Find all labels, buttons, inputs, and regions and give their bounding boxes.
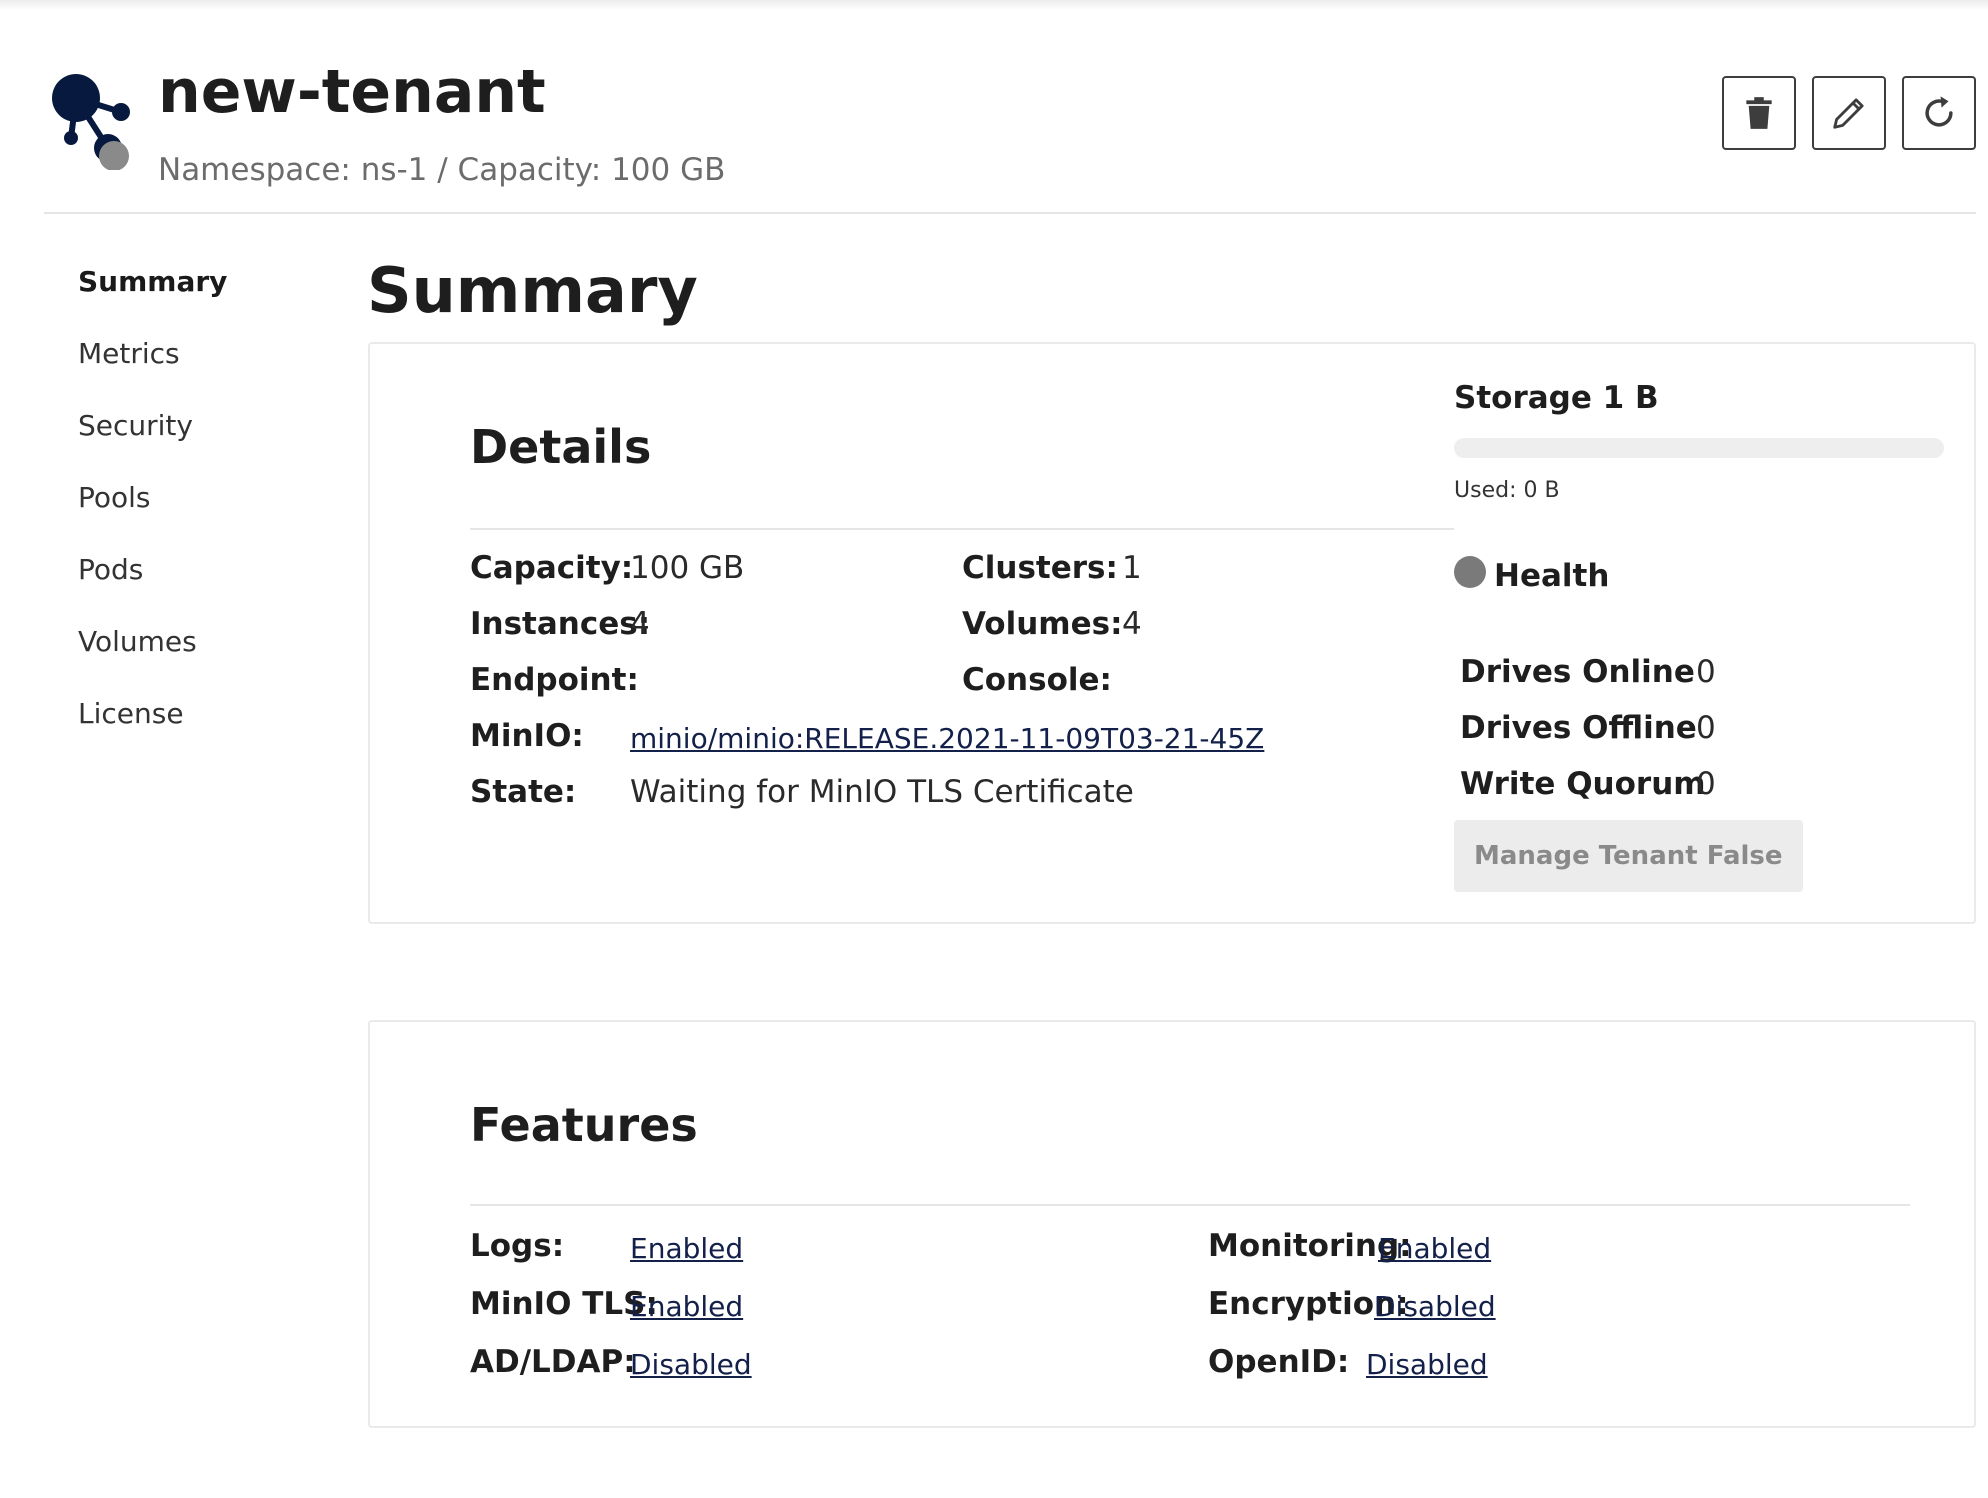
- capacity-value: 100 GB: [630, 550, 745, 586]
- tenant-sidebar: Summary Metrics Security Pools Pods Volu…: [78, 258, 318, 762]
- features-divider: [470, 1204, 1910, 1206]
- header-actions: [1722, 76, 1976, 150]
- clusters-label: Clusters:: [962, 550, 1118, 586]
- features-title: Features: [470, 1098, 698, 1152]
- edit-tenant-button[interactable]: [1812, 76, 1886, 150]
- sidebar-item-summary[interactable]: Summary: [78, 258, 318, 330]
- console-label: Console:: [962, 662, 1112, 698]
- encryption-status-link[interactable]: Disabled: [1374, 1290, 1496, 1323]
- refresh-tenant-button[interactable]: [1902, 76, 1976, 150]
- summary-card: Details Capacity: 100 GB Clusters: 1 Ins…: [368, 342, 1976, 924]
- ad-ldap-status-link[interactable]: Disabled: [630, 1348, 752, 1381]
- health-status-dot: [1454, 556, 1486, 588]
- instances-value: 4: [630, 606, 650, 642]
- sidebar-item-security[interactable]: Security: [78, 402, 318, 474]
- openid-label: OpenID:: [1208, 1344, 1350, 1380]
- logs-status-link[interactable]: Enabled: [630, 1232, 743, 1265]
- drives-online-value: 0: [1696, 654, 1716, 690]
- sidebar-item-volumes[interactable]: Volumes: [78, 618, 318, 690]
- volumes-label: Volumes:: [962, 606, 1123, 642]
- ad-ldap-label: AD/LDAP:: [470, 1344, 636, 1380]
- storage-title: Storage 1 B: [1454, 380, 1659, 416]
- details-divider: [470, 528, 1454, 530]
- delete-tenant-button[interactable]: [1722, 76, 1796, 150]
- minio-image-link[interactable]: minio/minio:RELEASE.2021-11-09T03-21-45Z: [630, 722, 1264, 755]
- monitoring-status-link[interactable]: Enabled: [1378, 1232, 1491, 1265]
- sidebar-item-pods[interactable]: Pods: [78, 546, 318, 618]
- openid-status-link[interactable]: Disabled: [1366, 1348, 1488, 1381]
- tenant-details-page: new-tenant Namespace: ns-1 / Capacity: 1…: [0, 0, 1988, 1498]
- header-divider: [44, 212, 1976, 214]
- drives-offline-value: 0: [1696, 710, 1716, 746]
- storage-usage-bar: [1454, 438, 1944, 458]
- sidebar-item-metrics[interactable]: Metrics: [78, 330, 318, 402]
- state-value: Waiting for MinIO TLS Certificate: [630, 774, 1134, 810]
- pencil-icon: [1833, 98, 1864, 129]
- manage-tenant-button[interactable]: Manage Tenant False: [1454, 820, 1803, 892]
- capacity-label: Capacity:: [470, 550, 634, 586]
- health-label: Health: [1494, 558, 1610, 594]
- instances-label: Instances:: [470, 606, 651, 642]
- trash-icon: [1746, 97, 1772, 129]
- minio-label: MinIO:: [470, 718, 584, 754]
- state-label: State:: [470, 774, 577, 810]
- write-quorum-label: Write Quorum: [1460, 766, 1706, 802]
- drives-offline-label: Drives Offline: [1460, 710, 1697, 746]
- refresh-icon: [1925, 96, 1953, 127]
- features-card: Features Logs: Enabled Monitoring: Enabl…: [368, 1020, 1976, 1428]
- top-shadow: [0, 0, 1988, 10]
- tenant-subtitle: Namespace: ns-1 / Capacity: 100 GB: [158, 152, 726, 188]
- sidebar-item-license[interactable]: License: [78, 690, 318, 762]
- minio-tls-status-link[interactable]: Enabled: [630, 1290, 743, 1323]
- drives-online-label: Drives Online: [1460, 654, 1695, 690]
- page-title: Summary: [367, 254, 698, 327]
- tenant-logo-icon: [46, 70, 146, 171]
- sidebar-item-pools[interactable]: Pools: [78, 474, 318, 546]
- endpoint-label: Endpoint:: [470, 662, 639, 698]
- logs-label: Logs:: [470, 1228, 565, 1264]
- storage-used-label: Used: 0 B: [1454, 478, 1560, 503]
- tenant-title: new-tenant: [158, 57, 546, 127]
- write-quorum-value: 0: [1696, 766, 1716, 802]
- clusters-value: 1: [1122, 550, 1142, 586]
- volumes-value: 4: [1122, 606, 1142, 642]
- details-title: Details: [470, 420, 652, 474]
